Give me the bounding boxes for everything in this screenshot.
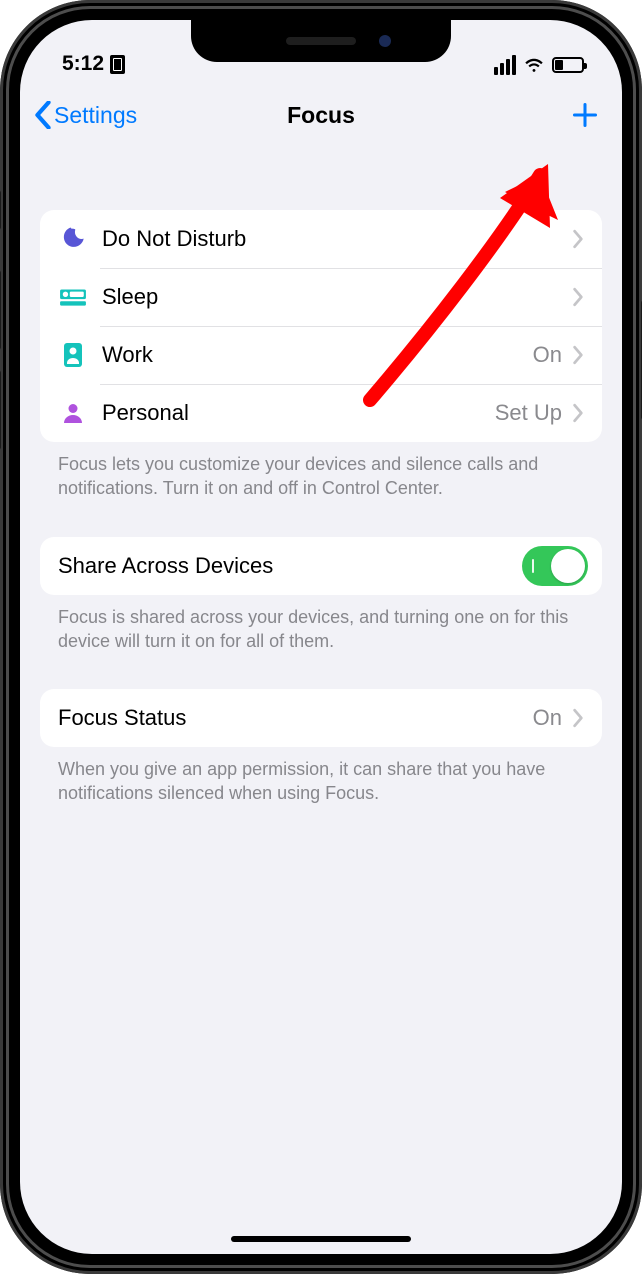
- focus-modes-group: Do Not Disturb Sleep: [40, 210, 602, 442]
- focus-row-sleep[interactable]: Sleep: [40, 268, 602, 326]
- share-across-devices-row[interactable]: Share Across Devices: [40, 537, 602, 595]
- focus-status-footer-text: When you give an app permission, it can …: [40, 747, 602, 806]
- content: Do Not Disturb Sleep: [20, 170, 622, 1254]
- focus-status-row[interactable]: Focus Status On: [40, 689, 602, 747]
- screen: 5:12 Settings Focus: [20, 20, 622, 1254]
- notch: [191, 20, 451, 62]
- back-label: Settings: [54, 102, 137, 129]
- focus-row-label: Work: [102, 342, 533, 368]
- chevron-left-icon: [34, 101, 52, 129]
- focus-status-label: Focus Status: [58, 705, 533, 731]
- focus-row-value: On: [533, 342, 562, 368]
- focus-status-value: On: [533, 705, 562, 731]
- focus-row-label: Do Not Disturb: [102, 226, 562, 252]
- add-focus-button[interactable]: [570, 100, 600, 130]
- share-footer-text: Focus is shared across your devices, and…: [40, 595, 602, 654]
- cellular-icon: [494, 55, 516, 75]
- status-left: 5:12: [62, 52, 125, 76]
- focus-footer-text: Focus lets you customize your devices an…: [40, 442, 602, 501]
- home-indicator[interactable]: [231, 1236, 411, 1242]
- mute-switch: [0, 190, 1, 230]
- chevron-right-icon: [572, 229, 584, 249]
- status-right: [494, 54, 584, 76]
- chevron-right-icon: [572, 345, 584, 365]
- share-toggle[interactable]: [522, 546, 588, 586]
- volume-down-button: [0, 370, 1, 450]
- front-camera: [379, 35, 391, 47]
- volume-up-button: [0, 270, 1, 350]
- chevron-right-icon: [572, 708, 584, 728]
- speaker-grille: [286, 37, 356, 45]
- focus-row-value: Set Up: [495, 400, 562, 426]
- plus-icon: [571, 101, 599, 129]
- chevron-right-icon: [572, 287, 584, 307]
- phone-frame: 5:12 Settings Focus: [0, 0, 642, 1274]
- focus-row-label: Sleep: [102, 284, 562, 310]
- back-button[interactable]: Settings: [34, 101, 137, 129]
- focus-row-dnd[interactable]: Do Not Disturb: [40, 210, 602, 268]
- bed-icon: [58, 282, 88, 312]
- focus-row-work[interactable]: Work On: [40, 326, 602, 384]
- focus-row-personal[interactable]: Personal Set Up: [40, 384, 602, 442]
- battery-icon: [552, 57, 584, 73]
- moon-icon: [58, 224, 88, 254]
- person-icon: [58, 398, 88, 428]
- status-time: 5:12: [62, 52, 104, 76]
- share-label: Share Across Devices: [58, 553, 522, 579]
- wifi-icon: [523, 54, 545, 76]
- nav-header: Settings Focus: [20, 80, 622, 150]
- focus-status-group: Focus Status On: [40, 689, 602, 747]
- chevron-right-icon: [572, 403, 584, 423]
- focus-row-label: Personal: [102, 400, 495, 426]
- sim-icon: [110, 55, 125, 74]
- share-group: Share Across Devices: [40, 537, 602, 595]
- badge-icon: [58, 340, 88, 370]
- page-title: Focus: [287, 102, 355, 129]
